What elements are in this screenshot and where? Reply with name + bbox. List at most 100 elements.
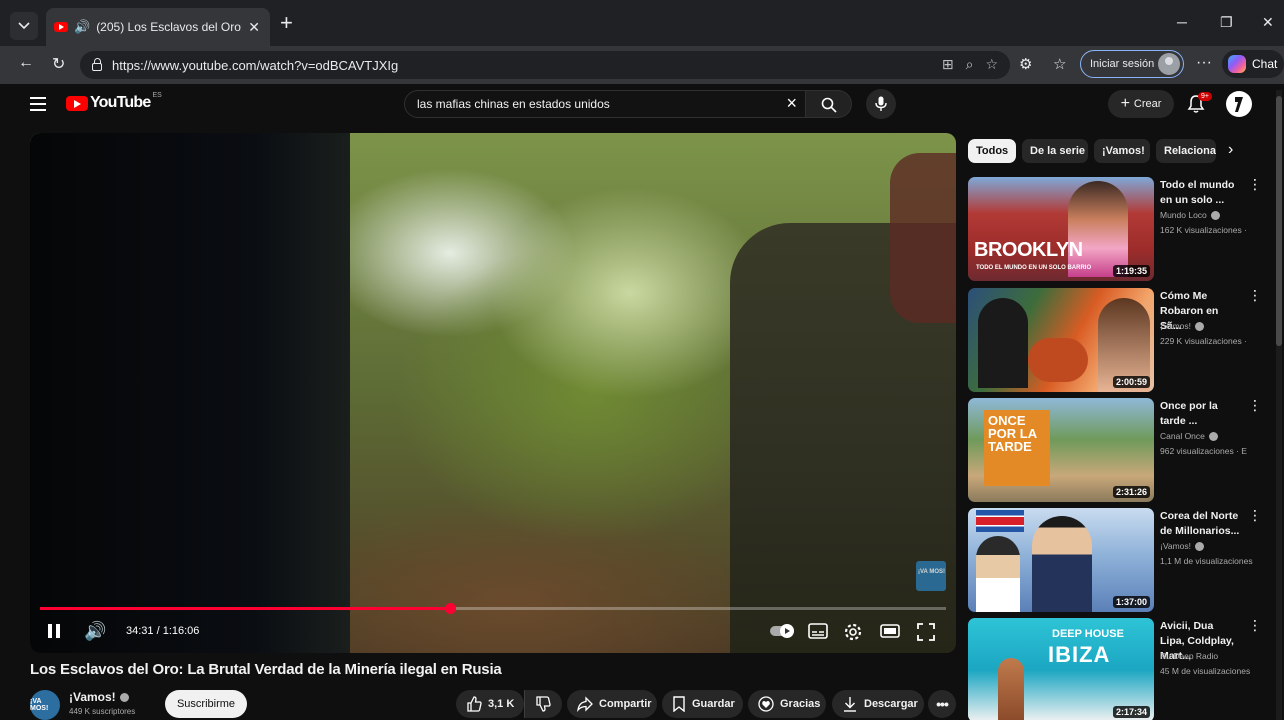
more-vertical-icon[interactable]: ⋮ xyxy=(1248,177,1262,191)
chevron-right-icon[interactable]: › xyxy=(1228,141,1233,159)
app-available-icon[interactable]: ⊞ xyxy=(942,56,954,73)
subtitles-icon[interactable] xyxy=(808,623,828,639)
thumbnail-title-text: ONCE POR LA TARDE xyxy=(988,413,1037,454)
recommendation-channel[interactable]: Ru Deep Radio xyxy=(1160,651,1218,661)
video-duration: 2:31:26 xyxy=(1112,486,1150,498)
recommendation-item[interactable]: BROOKLYN TODO EL MUNDO EN UN SOLO BARRIO… xyxy=(968,177,1262,281)
close-window-icon[interactable]: ✕ xyxy=(1262,14,1274,31)
theater-mode-icon[interactable] xyxy=(880,623,900,639)
browser-tab-active[interactable]: 🔊 (205) Los Esclavos del Oro: La ✕ xyxy=(46,8,270,46)
close-tab-icon[interactable]: ✕ xyxy=(248,19,260,36)
channel-name-row[interactable]: ¡Vamos! xyxy=(69,690,129,704)
extensions-icon[interactable]: ⚙ xyxy=(1019,55,1032,73)
speaker-icon[interactable]: 🔊 xyxy=(74,19,90,35)
voice-search-button[interactable] xyxy=(866,89,896,119)
recommendation-thumbnail[interactable]: BROOKLYN TODO EL MUNDO EN UN SOLO BARRIO… xyxy=(968,177,1154,281)
more-options-icon[interactable]: ··· xyxy=(1196,54,1212,72)
recommendation-thumbnail[interactable]: ONCE POR LA TARDE 2:31:26 xyxy=(968,398,1154,502)
thanks-button[interactable]: Gracias xyxy=(748,690,826,718)
recommendation-thumbnail[interactable]: 1:37:00 xyxy=(968,508,1154,612)
recommendation-item[interactable]: ONCE POR LA TARDE 2:31:26 Once por la ta… xyxy=(968,398,1262,502)
recommendation-item[interactable]: 2:00:59 Cómo Me Robaron en Sã... ¡Vamos!… xyxy=(968,288,1262,392)
autoplay-toggle-icon[interactable] xyxy=(769,623,795,639)
favorites-icon[interactable]: ☆ xyxy=(1053,55,1066,73)
recommendation-channel[interactable]: ¡Vamos! xyxy=(1160,321,1191,331)
chip-label: Todos xyxy=(976,145,1009,157)
video-player[interactable]: ¡VA MOS! 🔊 34:31 / 1:16:06 xyxy=(30,133,956,653)
search-input[interactable]: las mafias chinas en estados unidos × xyxy=(404,90,806,118)
more-vertical-icon[interactable]: ⋮ xyxy=(1248,398,1262,412)
volume-icon[interactable]: 🔊 xyxy=(84,621,106,642)
chip-label: De la serie xyxy=(1030,145,1086,157)
more-vertical-icon[interactable]: ⋮ xyxy=(1248,618,1262,632)
more-vertical-icon[interactable]: ⋮ xyxy=(1248,508,1262,522)
chip-relacionados[interactable]: Relaciona xyxy=(1156,139,1216,163)
favorite-star-icon[interactable]: ☆ xyxy=(985,56,998,73)
youtube-logo[interactable]: YouTube ES xyxy=(66,92,162,112)
subscribe-button[interactable]: Suscribirme xyxy=(165,690,247,718)
sign-in-label: Iniciar sesión xyxy=(1090,58,1155,70)
zoom-icon[interactable]: ⌕ xyxy=(966,56,974,73)
maximize-icon[interactable]: ❐ xyxy=(1220,14,1233,31)
search-query[interactable]: las mafias chinas en estados unidos xyxy=(417,97,610,111)
channel-avatar[interactable]: ¡VA MOS! xyxy=(30,690,60,720)
sign-in-button[interactable]: Iniciar sesión xyxy=(1080,50,1184,78)
search-button[interactable] xyxy=(806,90,852,118)
avatar-logo-icon xyxy=(1235,97,1243,112)
thumbnail-person xyxy=(1068,181,1128,277)
recommendation-channel[interactable]: ¡Vamos! xyxy=(1160,541,1191,551)
like-button[interactable]: 3,1 K xyxy=(456,690,524,718)
page-scrollbar[interactable] xyxy=(1276,90,1282,720)
more-vertical-icon[interactable]: ⋮ xyxy=(1248,288,1262,302)
lock-icon xyxy=(92,58,102,71)
thumbnail-person xyxy=(998,658,1024,720)
back-icon[interactable]: ← xyxy=(18,54,34,72)
channel-watermark[interactable]: ¡VA MOS! xyxy=(916,561,946,591)
clear-search-icon[interactable]: × xyxy=(786,93,797,114)
recommendation-title[interactable]: Once por la tarde ... xyxy=(1160,399,1240,429)
pause-icon[interactable] xyxy=(48,624,62,638)
save-button[interactable]: Guardar xyxy=(662,690,743,718)
chip-vamos[interactable]: ¡Vamos! xyxy=(1094,139,1150,163)
scrollbar-thumb[interactable] xyxy=(1276,96,1282,346)
more-actions-button[interactable]: ••• xyxy=(928,690,956,718)
recommendation-views: 229 K visualizaciones · xyxy=(1160,336,1247,346)
progress-bar[interactable] xyxy=(40,603,946,614)
create-button[interactable]: + Crear xyxy=(1108,90,1174,118)
dislike-button[interactable] xyxy=(524,690,562,718)
tab-list-button[interactable] xyxy=(10,12,38,40)
copilot-chat-button[interactable]: Chat xyxy=(1222,50,1284,78)
thumbnail-flag xyxy=(976,510,1024,532)
settings-gear-icon[interactable] xyxy=(844,623,862,641)
recommendation-title[interactable]: Corea del Norte de Millonarios... xyxy=(1160,509,1240,539)
channel-name[interactable]: ¡Vamos! xyxy=(69,690,116,704)
subscriber-count: 449 K suscriptores xyxy=(69,707,136,716)
recommendation-channel[interactable]: Canal Once xyxy=(1160,431,1205,441)
share-button[interactable]: Compartir xyxy=(567,690,657,718)
recommendation-title[interactable]: Todo el mundo en un solo ... xyxy=(1160,178,1240,208)
thumbnail-food xyxy=(1028,338,1088,382)
recommendation-item[interactable]: DEEP HOUSE IBIZA 2:17:34 Avicii, Dua Lip… xyxy=(968,618,1262,720)
minimize-icon[interactable]: ─ xyxy=(1177,14,1187,30)
address-bar[interactable]: https://www.youtube.com/watch?v=odBCAVTJ… xyxy=(80,51,1010,79)
account-avatar[interactable] xyxy=(1226,91,1252,117)
recommendation-thumbnail[interactable]: 2:00:59 xyxy=(968,288,1154,392)
url-text[interactable]: https://www.youtube.com/watch?v=odBCAVTJ… xyxy=(112,58,398,73)
video-frame-arm xyxy=(890,153,956,323)
fullscreen-icon[interactable] xyxy=(917,623,935,641)
bookmark-icon xyxy=(673,696,685,712)
chip-todos[interactable]: Todos xyxy=(968,139,1016,163)
recommendation-thumbnail[interactable]: DEEP HOUSE IBIZA 2:17:34 xyxy=(968,618,1154,720)
download-button[interactable]: Descargar xyxy=(832,690,924,718)
verified-badge-icon xyxy=(119,693,129,703)
menu-icon[interactable] xyxy=(30,97,46,115)
recommendation-channel[interactable]: Mundo Loco xyxy=(1160,210,1207,220)
new-tab-icon[interactable]: + xyxy=(280,12,293,34)
recommendation-item[interactable]: 1:37:00 Corea del Norte de Millonarios..… xyxy=(968,508,1262,612)
recommendation-channel-row: Ru Deep Radio xyxy=(1160,651,1218,661)
refresh-icon[interactable]: ↻ xyxy=(52,54,65,74)
chip-de-la-serie[interactable]: De la serie xyxy=(1022,139,1088,163)
video-title: Los Esclavos del Oro: La Brutal Verdad d… xyxy=(30,661,502,678)
progress-scrubber-handle[interactable] xyxy=(445,603,457,614)
recommendation-views: 45 M de visualizaciones xyxy=(1160,666,1251,676)
